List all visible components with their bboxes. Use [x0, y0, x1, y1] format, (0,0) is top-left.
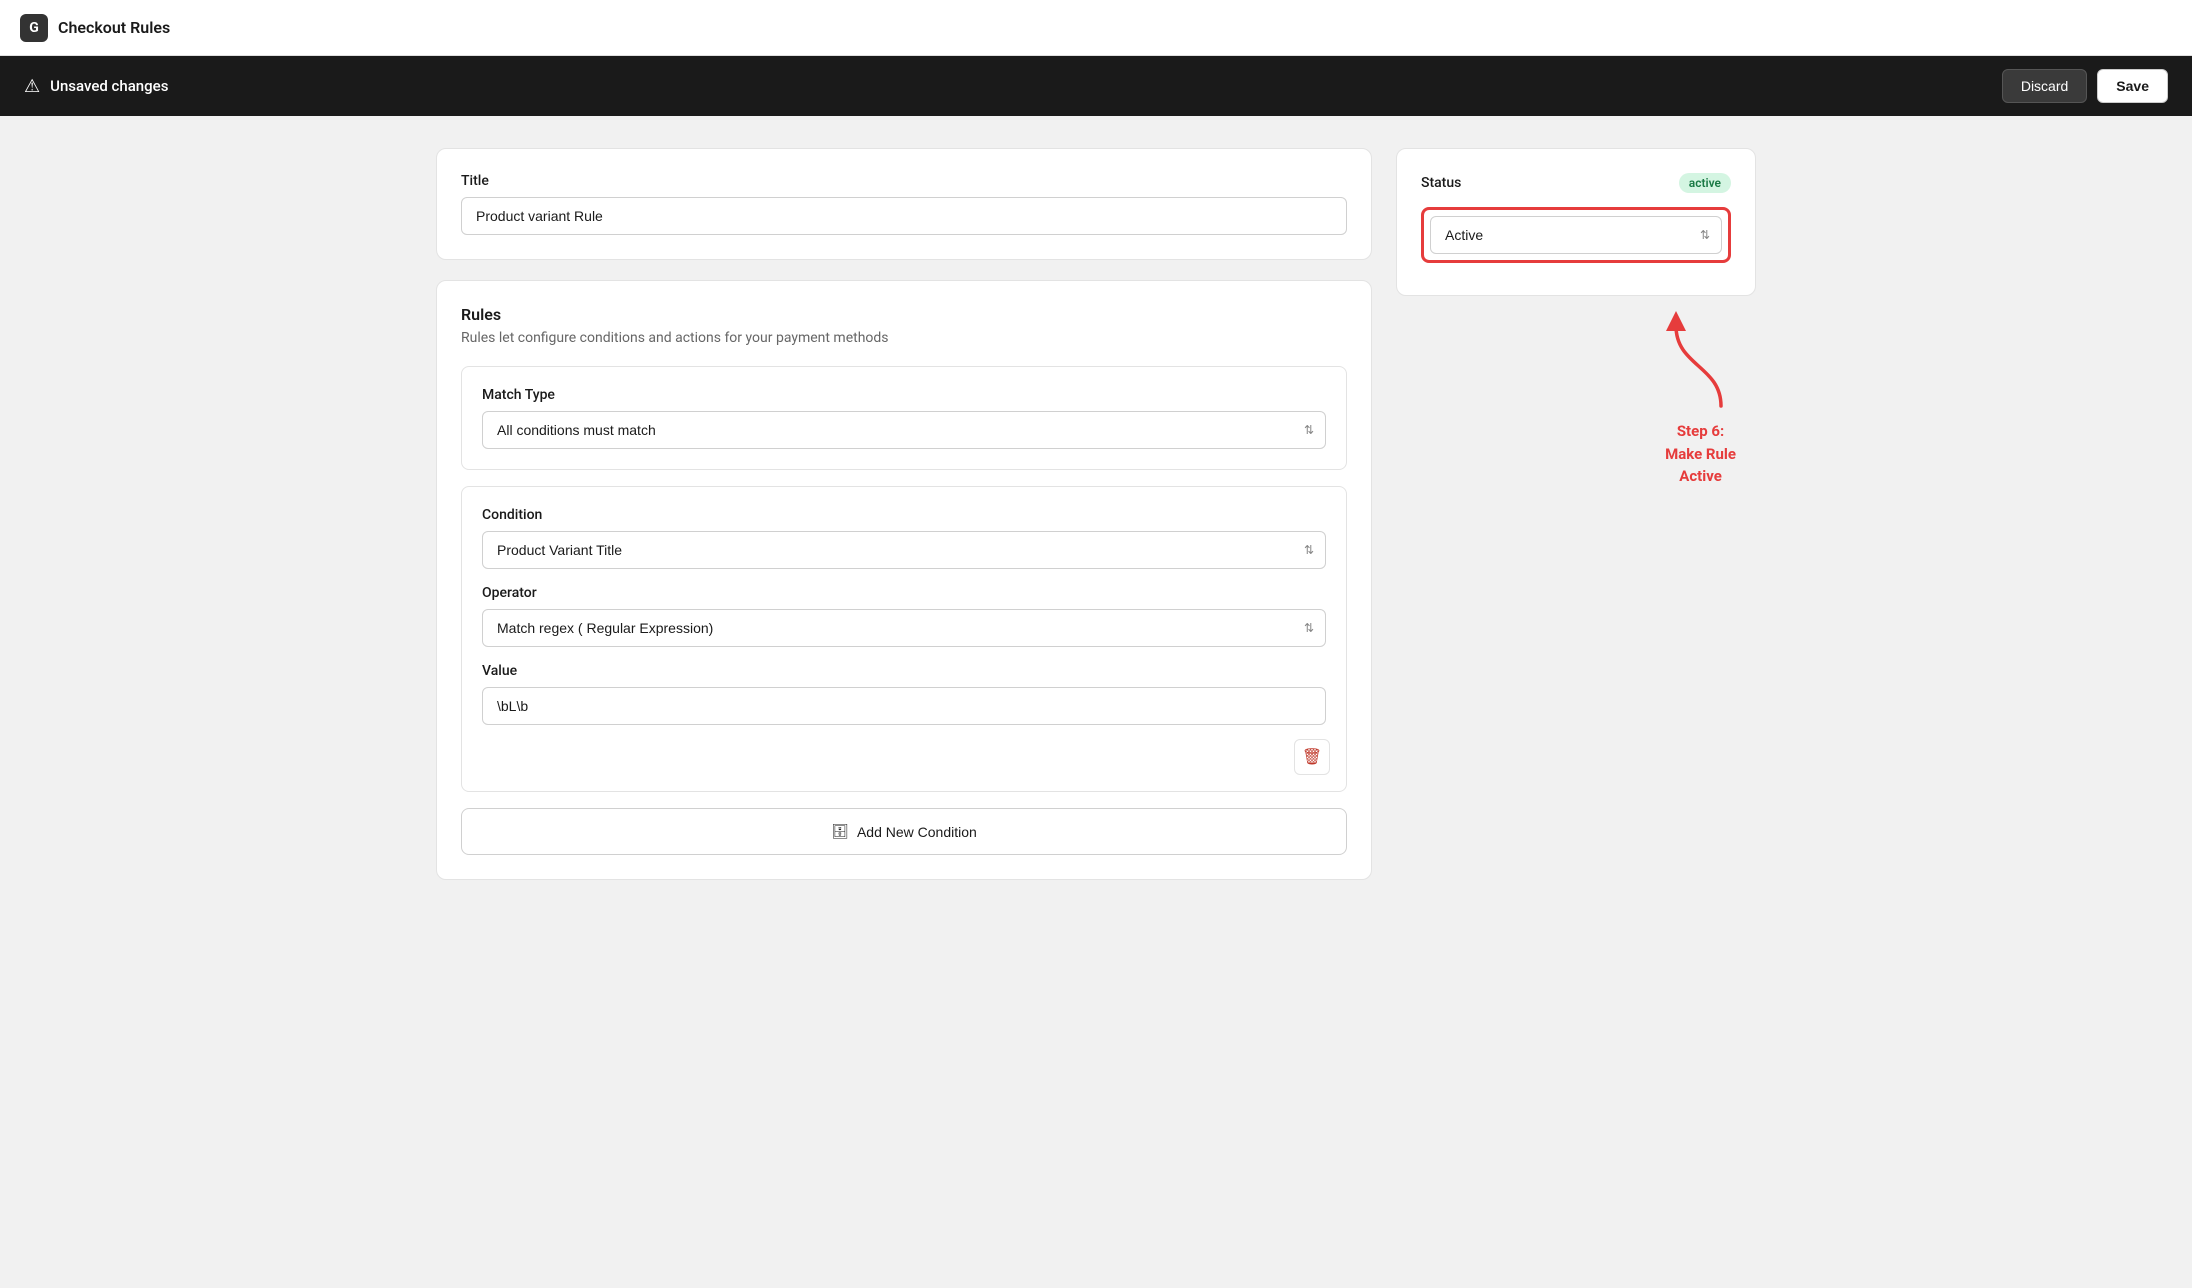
curved-arrow-icon [1656, 306, 1736, 416]
right-column: Status active Active Inactive ⇅ [1396, 148, 1756, 880]
match-type-wrapper: All conditions must match Any condition … [482, 411, 1326, 449]
add-condition-label: Add New Condition [857, 824, 977, 840]
discard-button[interactable]: Discard [2002, 69, 2087, 103]
spacer [482, 741, 1326, 771]
app-logo: G [20, 14, 48, 42]
title-card: Title [436, 148, 1372, 260]
value-input[interactable] [482, 687, 1326, 725]
match-type-label: Match Type [482, 387, 1326, 403]
condition-row: Condition Product Variant Title Product … [482, 507, 1326, 569]
status-header: Status active [1421, 173, 1731, 193]
operator-label: Operator [482, 585, 1326, 601]
value-row: Value [482, 663, 1326, 725]
unsaved-text: Unsaved changes [50, 77, 168, 95]
condition-select[interactable]: Product Variant Title Product Title Prod… [482, 531, 1326, 569]
operator-select[interactable]: Match regex ( Regular Expression) Contai… [482, 609, 1326, 647]
unsaved-message: ⚠ Unsaved changes [24, 76, 168, 97]
status-card: Status active Active Inactive ⇅ [1396, 148, 1756, 296]
top-nav: G Checkout Rules [0, 0, 2192, 56]
title-label: Title [461, 173, 1347, 189]
match-type-section: Match Type All conditions must match Any… [461, 366, 1347, 470]
rules-card: Rules Rules let configure conditions and… [436, 280, 1372, 880]
condition-select-wrapper: Product Variant Title Product Title Prod… [482, 531, 1326, 569]
status-select-wrapper: Active Inactive ⇅ [1430, 216, 1722, 254]
main-content: Title Rules Rules let configure conditio… [396, 116, 1796, 912]
annotation-area: Step 6: Make Rule Active [1396, 296, 1756, 488]
rules-description: Rules let configure conditions and actio… [461, 330, 1347, 346]
annotation-text: Step 6: Make Rule Active [1665, 420, 1736, 488]
warning-icon: ⚠ [24, 76, 40, 97]
unsaved-bar: ⚠ Unsaved changes Discard Save [0, 56, 2192, 116]
trash-icon: 🗑 [1302, 747, 1322, 767]
condition-section: Condition Product Variant Title Product … [461, 486, 1347, 792]
app-title: Checkout Rules [58, 18, 170, 37]
title-input[interactable] [461, 197, 1347, 235]
left-column: Title Rules Rules let configure conditio… [436, 148, 1372, 880]
delete-condition-button[interactable]: 🗑 [1294, 739, 1330, 775]
unsaved-actions: Discard Save [2002, 69, 2168, 103]
rules-heading: Rules [461, 305, 1347, 324]
status-label: Status [1421, 175, 1461, 191]
status-select[interactable]: Active Inactive [1430, 216, 1722, 254]
operator-select-wrapper: Match regex ( Regular Expression) Contai… [482, 609, 1326, 647]
add-condition-button[interactable]: 🗄 Add New Condition [461, 808, 1347, 855]
add-condition-icon: 🗄 [831, 823, 849, 840]
save-button[interactable]: Save [2097, 69, 2168, 103]
value-label: Value [482, 663, 1326, 679]
active-badge: active [1679, 173, 1731, 193]
status-select-highlight: Active Inactive ⇅ [1421, 207, 1731, 263]
match-type-select[interactable]: All conditions must match Any condition … [482, 411, 1326, 449]
operator-row: Operator Match regex ( Regular Expressio… [482, 585, 1326, 647]
condition-label: Condition [482, 507, 1326, 523]
